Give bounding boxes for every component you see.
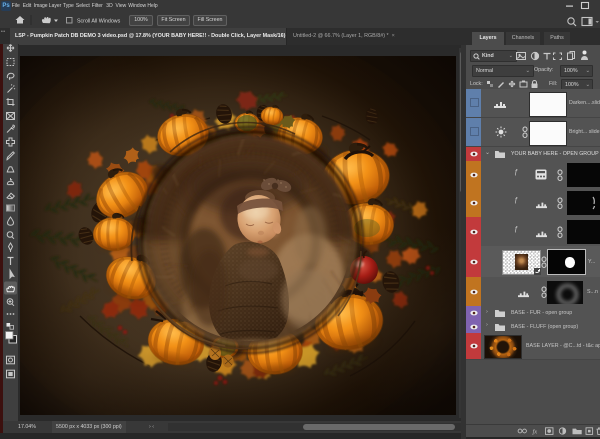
svg-text:fx: fx xyxy=(533,429,538,436)
svg-text:Scroll All Windows: Scroll All Windows xyxy=(77,18,121,24)
